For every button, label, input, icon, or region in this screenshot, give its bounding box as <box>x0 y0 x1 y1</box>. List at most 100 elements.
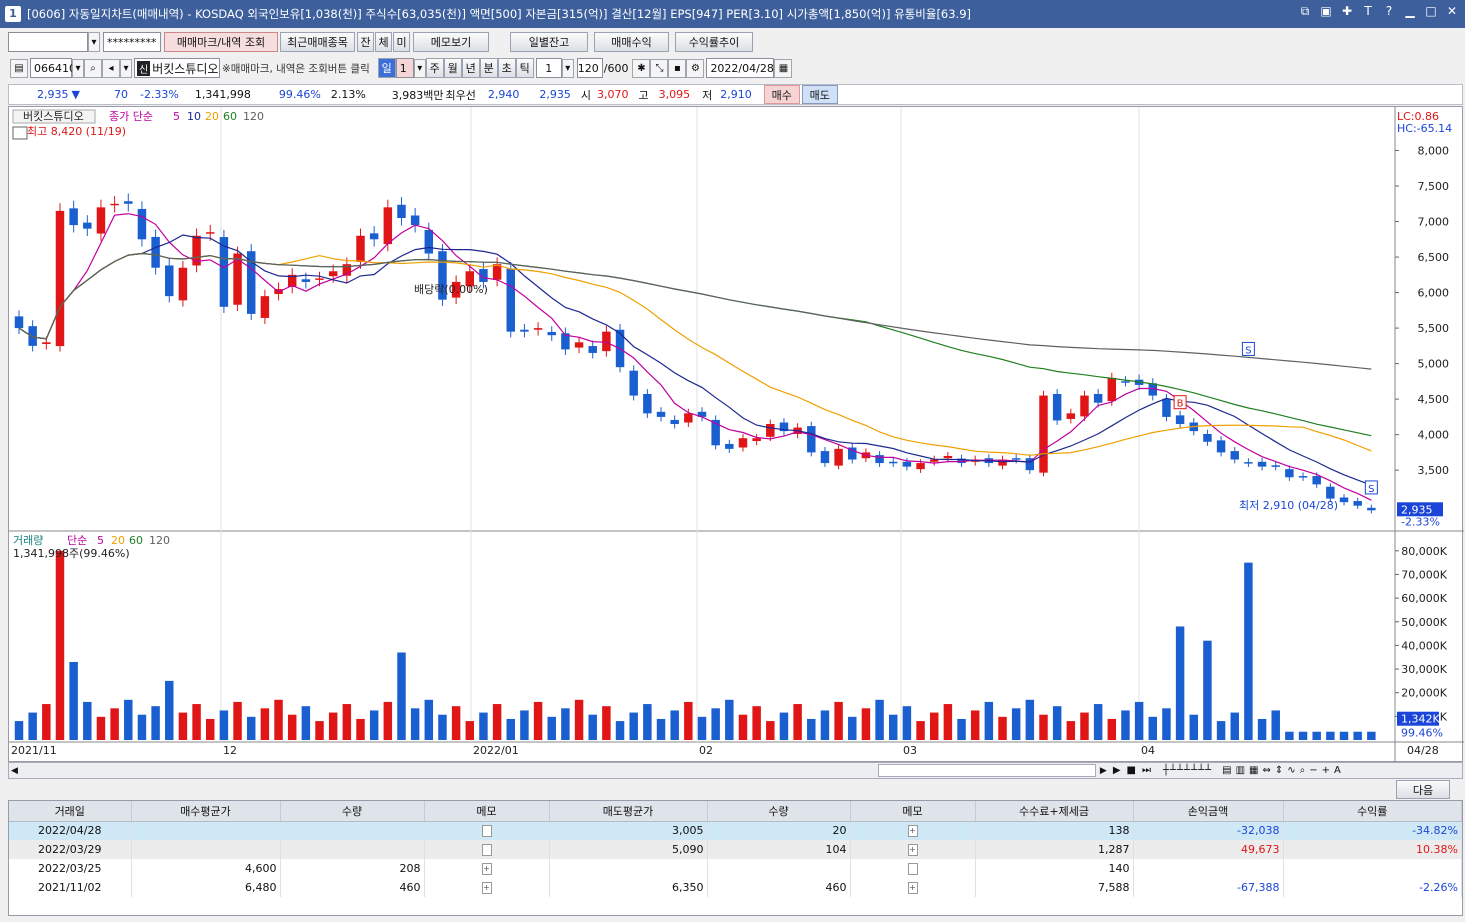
executed-button[interactable]: 체 <box>375 32 392 52</box>
scroll-thumb[interactable] <box>877 764 1096 777</box>
balance-button[interactable]: 잔 <box>357 32 374 52</box>
table-row[interactable]: 2022/03/29 5,090 104 +1,287 49,673 10.38% <box>9 840 1462 859</box>
link-icon[interactable]: ⧉ <box>1298 4 1312 19</box>
period-tick-button[interactable]: 틱 <box>515 58 534 78</box>
minimize-icon[interactable]: ▁ <box>1403 4 1417 19</box>
volume-bar <box>233 701 242 740</box>
query-button[interactable]: 매매마크/내역 조회 <box>164 32 278 52</box>
save-icon[interactable]: ▪ <box>668 58 687 78</box>
volume-bar <box>875 699 884 740</box>
chart-tools-icon[interactable]: ▤▥▦⇔⇕∿⌕−+A <box>1222 765 1345 776</box>
memo-icon[interactable] <box>907 863 918 875</box>
table-row[interactable]: 2022/04/28 3,005 20 +138 -32,038 -34.82% <box>9 821 1462 840</box>
legend-ma-period: 120 <box>243 110 264 123</box>
memo-icon[interactable] <box>481 825 492 838</box>
period-week-button[interactable]: 주 <box>425 58 444 78</box>
close-icon[interactable]: ✕ <box>1445 4 1459 19</box>
gear-icon[interactable]: ⚙ <box>686 58 705 78</box>
sound-dropdown-icon[interactable]: ▾ <box>120 58 132 78</box>
volume-bar <box>1244 562 1253 740</box>
volume-bar <box>793 704 802 740</box>
price-tick-label: 6,500 <box>1418 251 1450 264</box>
candle-body <box>1162 398 1171 417</box>
pin-icon[interactable]: ✚ <box>1340 4 1354 19</box>
volume-bar <box>697 716 707 740</box>
font-icon[interactable]: T <box>1361 4 1375 19</box>
candle-body <box>1367 507 1376 511</box>
period-dropdown-icon[interactable]: ▾ <box>413 58 426 78</box>
period-day-button[interactable]: 일 <box>377 58 396 78</box>
volume-bar <box>1025 699 1035 740</box>
stock-code-input[interactable]: 066410 <box>30 58 76 78</box>
scroll-right-icon[interactable]: ▶ <box>1100 766 1107 776</box>
chart-settings-icon[interactable]: ▤ <box>10 58 28 78</box>
volume-bar <box>424 699 434 740</box>
unexecuted-button[interactable]: 미 <box>393 32 410 52</box>
search-icon[interactable]: ⌕ <box>84 58 102 78</box>
recent-trades-button[interactable]: 최근매매종목 <box>280 32 355 52</box>
volume-tick-label: 40,000K <box>1401 639 1447 652</box>
memo-view-button[interactable]: 메모보기 <box>413 32 489 52</box>
chart-panel[interactable]: 8,000 7,500 7,000 6,500 6,000 5,500 5,000 4,500… <box>8 106 1464 763</box>
sound-icon[interactable]: ◂ <box>102 58 120 78</box>
table-row[interactable]: 2022/03/25 4,600 208 +140 <box>9 859 1462 878</box>
password-input[interactable]: ********* <box>103 32 161 52</box>
profit-trend-button[interactable]: 수익률추이 <box>675 32 753 52</box>
candle-body <box>547 332 556 336</box>
period-number-input[interactable]: 1 <box>395 58 414 78</box>
indicator-icon[interactable]: ✱ <box>632 58 651 78</box>
count-input[interactable]: 120 <box>576 58 603 78</box>
date-input[interactable]: 2022/04/28 <box>706 58 775 78</box>
volume-legend-period: 120 <box>149 534 170 547</box>
trade-profit-button[interactable]: 매매수익 <box>594 32 669 52</box>
candle-body <box>506 268 515 332</box>
candle-body <box>383 207 393 245</box>
help-icon[interactable]: ? <box>1382 4 1396 19</box>
code-dropdown-icon[interactable]: ▾ <box>72 58 84 78</box>
tick-number-input[interactable]: 1 <box>535 58 562 78</box>
calendar-icon[interactable] <box>12 126 28 140</box>
account-dropdown-icon[interactable]: ▾ <box>88 32 100 52</box>
volume-bar <box>929 712 939 740</box>
fast-forward-icon[interactable]: ⏭ <box>1142 765 1151 776</box>
calendar-icon[interactable]: ▦ <box>774 58 793 78</box>
memo-icon[interactable]: + <box>481 882 492 894</box>
period-second-button[interactable]: 초 <box>497 58 516 78</box>
chart-scrollbar[interactable]: ◀ ▶ ▶ ■ ⏭ ┼┴┴┴┴┴┴ ▤▥▦⇔⇕∿⌕−+A <box>8 762 1463 779</box>
memo-icon[interactable] <box>481 844 492 856</box>
memo-icon[interactable]: + <box>907 844 918 856</box>
memo-icon[interactable]: + <box>907 882 918 894</box>
account-input[interactable] <box>8 32 88 52</box>
memo-icon[interactable]: + <box>481 863 492 875</box>
title-bar: 1 [0606] 자동일지차트(매매내역) - KOSDAQ 외국인보유[1,0… <box>0 0 1465 28</box>
zoom-slider-icon[interactable]: ┼┴┴┴┴┴┴ <box>1163 765 1212 776</box>
buy-button[interactable]: 매수 <box>763 85 800 104</box>
period-year-button[interactable]: 년 <box>461 58 480 78</box>
volume-bar <box>1189 714 1198 740</box>
period-month-button[interactable]: 월 <box>443 58 462 78</box>
period-minute-button[interactable]: 분 <box>479 58 498 78</box>
play-icon[interactable]: ▶ <box>1113 765 1121 776</box>
sell-button[interactable]: 매도 <box>801 85 838 104</box>
maximize-icon[interactable]: □ <box>1424 4 1438 19</box>
memo-icon[interactable]: + <box>907 825 918 838</box>
volume-bar <box>943 704 953 740</box>
candle-body <box>356 235 365 262</box>
table-cell <box>131 840 281 859</box>
next-button[interactable]: 다음 <box>1396 780 1450 799</box>
candle-body <box>1066 413 1076 419</box>
daily-balance-button[interactable]: 일별잔고 <box>510 32 588 52</box>
volume-bar <box>766 721 775 740</box>
stop-icon[interactable]: ■ <box>1127 765 1136 776</box>
candlestick-chart[interactable]: 8,000 7,500 7,000 6,500 6,000 5,500 5,000 4,500… <box>9 107 1464 763</box>
tools-icon[interactable]: ⤡ <box>650 58 669 78</box>
legend-stock-name: 버킷스튜디오 <box>23 110 84 123</box>
scroll-left-icon[interactable]: ◀ <box>11 766 18 776</box>
table-cell: 6,480 <box>131 878 281 897</box>
layout-icon[interactable]: ▣ <box>1319 4 1333 19</box>
table-cell <box>280 840 425 859</box>
volume-bar <box>219 710 229 740</box>
tick-dropdown-icon[interactable]: ▾ <box>561 58 574 78</box>
volume-legend-type: 단순 <box>67 534 87 547</box>
table-row[interactable]: 2021/11/02 6,480 460 +6,350 460 +7,588 -67,388… <box>9 878 1462 897</box>
